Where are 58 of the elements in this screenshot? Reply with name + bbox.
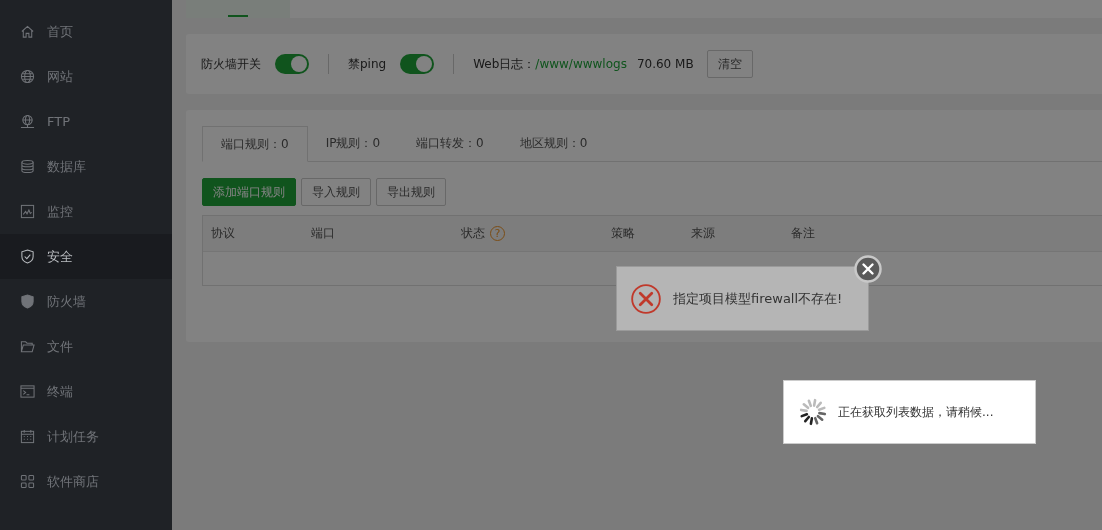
log-path-link[interactable]: /www/wwwlogs [535, 57, 627, 71]
database-icon [20, 159, 35, 174]
column-header: 来源 [691, 225, 715, 242]
chart-icon [20, 204, 35, 219]
column-header: 策略 [611, 225, 635, 242]
sidebar-label: 安全 [47, 247, 73, 266]
log-size: 70.60 MB [636, 57, 694, 71]
sidebar-item[interactable]: 计划任务 [0, 414, 172, 459]
sidebar-label: 终端 [47, 382, 73, 401]
rule-button[interactable]: 导入规则 [301, 178, 371, 206]
rule-button[interactable]: 导出规则 [376, 178, 446, 206]
sidebar-item[interactable]: 首页 [0, 9, 172, 54]
rule-tab[interactable]: 地区规则：0 [501, 126, 606, 161]
sidebar-label: 数据库 [47, 157, 86, 176]
loading-message: 正在获取列表数据，请稍候... [838, 403, 994, 421]
add-rule-button[interactable]: 添加端口规则 [202, 178, 296, 206]
error-message: 指定项目模型firewall不存在! [673, 289, 843, 308]
web-log-label: Web日志： [473, 55, 536, 73]
rule-tab[interactable]: 端口规则：0 [202, 126, 308, 162]
sidebar-item[interactable]: 防火墙 [0, 279, 172, 324]
sidebar-item[interactable]: 数据库 [0, 144, 172, 189]
ping-switch-label: 禁ping [348, 55, 387, 73]
rule-tab[interactable]: IP规则：0 [307, 126, 399, 161]
terminal-icon [20, 384, 35, 399]
column-header: 端口 [311, 225, 335, 242]
sidebar-item[interactable]: 终端 [0, 369, 172, 414]
sidebar-label: 防火墙 [47, 292, 86, 311]
clear-button[interactable]: 清空 [706, 50, 753, 78]
sidebar-label: 软件商店 [47, 472, 99, 491]
sidebar-label: 计划任务 [47, 427, 99, 446]
shield-icon [20, 294, 35, 309]
sidebar-label: 网站 [47, 67, 73, 86]
sidebar-item[interactable]: 文件 [0, 324, 172, 369]
spinner-icon [798, 397, 828, 427]
column-header: 协议 [211, 225, 235, 242]
sidebar-label: 文件 [47, 337, 73, 356]
sidebar-item[interactable]: 监控 [0, 189, 172, 234]
sidebar-label: 首页 [47, 22, 73, 41]
calendar-icon [20, 429, 35, 444]
sidebar-item[interactable]: 网站 [0, 54, 172, 99]
shield-check-icon [20, 249, 35, 264]
globe-icon [20, 69, 35, 84]
folder-icon [20, 339, 35, 354]
network-globe-icon [20, 114, 35, 129]
sidebar-item[interactable]: 安全 [0, 234, 172, 279]
firewall-toggle[interactable] [275, 54, 309, 74]
sidebar-item[interactable]: 软件商店 [0, 459, 172, 504]
column-header: 状态 [461, 225, 485, 242]
column-header: 备注 [791, 225, 815, 242]
sidebar-label: 监控 [47, 202, 73, 221]
firewall-switch-label: 防火墙开关 [201, 55, 261, 73]
sidebar-label: FTP [47, 114, 71, 129]
sidebar-item[interactable]: FTP [0, 99, 172, 144]
rule-tab[interactable]: 端口转发：0 [398, 126, 502, 161]
home-icon [20, 24, 35, 39]
error-icon [631, 283, 661, 314]
grid-icon [20, 474, 35, 489]
ping-toggle[interactable] [400, 54, 435, 74]
